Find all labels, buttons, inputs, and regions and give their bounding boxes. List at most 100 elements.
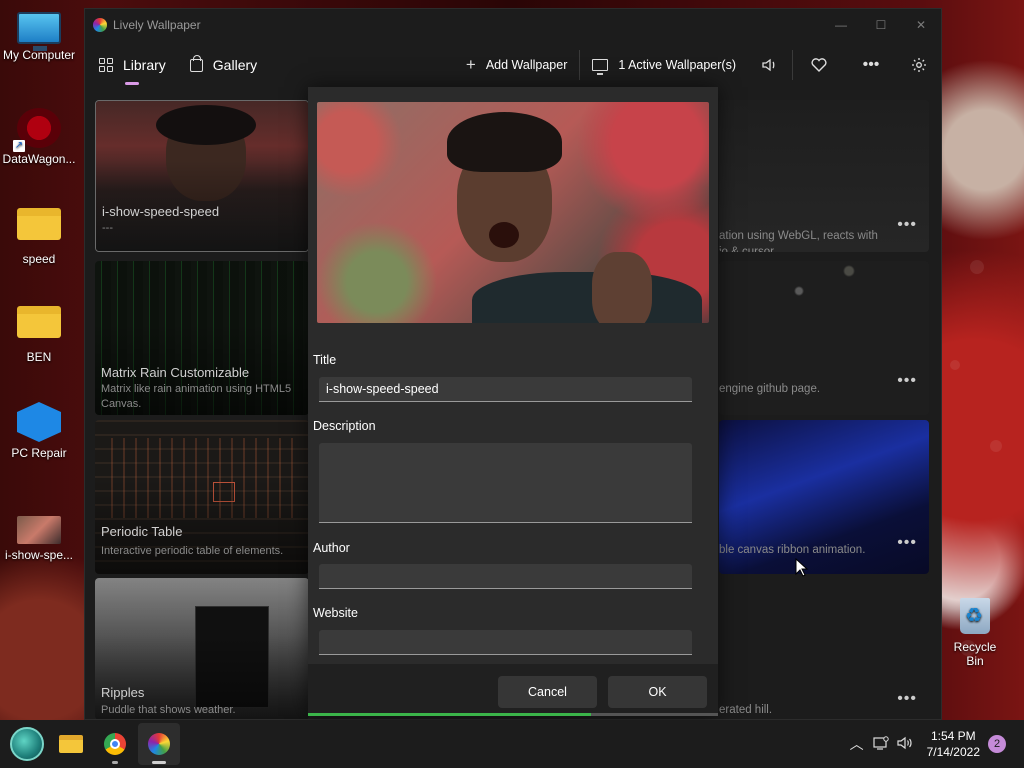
tab-gallery[interactable]: Gallery: [189, 54, 257, 73]
monitor-icon: [17, 12, 61, 51]
website-input[interactable]: [319, 630, 692, 655]
wallpaper-card-i-show-speed[interactable]: i-show-speed-speed ---: [95, 100, 309, 252]
card-description: ---: [102, 222, 113, 234]
tab-library[interactable]: Library: [99, 57, 166, 85]
window-title: Lively Wallpaper: [113, 18, 201, 32]
card-title: Ripples: [101, 685, 145, 700]
card-description: engine github page.: [719, 383, 821, 395]
heart-icon: [811, 58, 827, 72]
shopping-bag-icon: [189, 54, 203, 72]
desktop-icon-datawagon[interactable]: ↗ DataWagon...: [0, 108, 78, 166]
network-icon[interactable]: [869, 735, 893, 753]
add-wallpaper-label: Add Wallpaper: [485, 58, 568, 72]
file-explorer-icon: [59, 735, 83, 753]
start-icon: [10, 727, 44, 761]
card-more-button[interactable]: •••: [897, 216, 917, 234]
ellipsis-icon: •••: [862, 56, 880, 73]
desktop-icon-speed-folder[interactable]: speed: [0, 208, 78, 266]
library-grid-icon: [99, 58, 113, 72]
active-wallpapers-label: 1 Active Wallpaper(s): [618, 58, 736, 72]
dialog-footer: Cancel OK: [308, 664, 718, 716]
card-title: Matrix Rain Customizable: [101, 365, 250, 380]
notification-badge[interactable]: 2: [988, 735, 1006, 753]
gear-icon: [912, 58, 926, 72]
clock[interactable]: 1:54 PM 7/14/2022: [927, 728, 980, 760]
wallpaper-preview-image: [317, 102, 709, 323]
start-button[interactable]: [6, 723, 48, 765]
wallpaper-card-periodic-table[interactable]: Periodic Table Interactive periodic tabl…: [95, 420, 309, 574]
desktop-icon-label: PC Repair: [11, 446, 67, 460]
desktop-icon-pc-repair[interactable]: PC Repair: [0, 402, 78, 460]
card-description: Interactive periodic table of elements.: [101, 545, 284, 557]
speaker-icon: [762, 58, 775, 72]
image-thumbnail-icon: [17, 516, 61, 544]
card-description: erated hill.: [719, 704, 773, 716]
system-tray: ︿ 1:54 PM 7/14/2022 2: [845, 720, 1024, 768]
folder-icon: [17, 306, 61, 338]
running-indicator: [112, 761, 118, 764]
clock-date: 7/14/2022: [926, 745, 980, 759]
title-bar[interactable]: Lively Wallpaper — ☐ ✕: [85, 9, 941, 41]
card-description: ation using WebGL, reacts with io & curs…: [719, 230, 878, 252]
volume-button[interactable]: [748, 41, 792, 89]
clock-time: 1:54 PM: [930, 729, 976, 743]
wallpaper-card-right-2[interactable]: engine github page. •••: [719, 261, 929, 415]
more-options-button[interactable]: •••: [845, 41, 897, 89]
wallpaper-info-dialog: Title Description Author Website Cancel …: [308, 87, 718, 716]
datawagon-icon: ↗: [13, 108, 61, 152]
desktop-icon-label: Recycle Bin: [953, 640, 997, 668]
volume-icon[interactable]: [893, 736, 917, 753]
settings-button[interactable]: [897, 41, 941, 89]
desktop-icon-my-computer[interactable]: My Computer: [0, 12, 78, 62]
wallpaper-card-ripples[interactable]: Ripples Puddle that shows weather.: [95, 578, 309, 719]
taskbar-lively-wallpaper[interactable]: [138, 723, 180, 765]
active-wallpapers-button[interactable]: 1 Active Wallpaper(s): [580, 41, 748, 89]
add-wallpaper-button[interactable]: + Add Wallpaper: [454, 41, 579, 89]
repair-icon: [17, 402, 61, 442]
navigation-bar: Library Gallery + Add Wallpaper 1 Active…: [85, 41, 941, 89]
title-label: Title: [313, 353, 337, 367]
wallpaper-card-right-3[interactable]: ble canvas ribbon animation. •••: [719, 420, 929, 574]
desktop-icon-recycle-bin[interactable]: Recycle Bin: [944, 598, 1006, 668]
cancel-button[interactable]: Cancel: [498, 676, 597, 708]
ok-button[interactable]: OK: [608, 676, 707, 708]
taskbar: ︿ 1:54 PM 7/14/2022 2: [0, 720, 1024, 768]
running-indicator: [152, 761, 166, 764]
desktop-icon-label: BEN: [26, 350, 52, 364]
taskbar-chrome[interactable]: [94, 723, 136, 765]
progress-bar: [308, 713, 718, 716]
taskbar-file-explorer[interactable]: [50, 723, 92, 765]
plus-icon: +: [465, 55, 476, 74]
tab-label: Library: [123, 57, 166, 73]
folder-icon: [17, 208, 61, 240]
minimize-button[interactable]: —: [821, 9, 861, 41]
favorite-button[interactable]: [793, 41, 845, 89]
wallpaper-card-right-4[interactable]: erated hill. •••: [719, 578, 929, 719]
card-title: i-show-speed-speed: [102, 204, 220, 219]
website-label: Website: [313, 606, 358, 620]
lively-wallpaper-icon: [148, 733, 170, 755]
description-label: Description: [313, 419, 376, 433]
monitor-icon: [592, 59, 609, 75]
author-input[interactable]: [319, 564, 692, 589]
maximize-button[interactable]: ☐: [861, 9, 901, 41]
wallpaper-card-matrix-rain[interactable]: Matrix Rain Customizable Matrix like rai…: [95, 261, 309, 415]
desktop-icon-ben-folder[interactable]: BEN: [0, 306, 78, 364]
desktop-icon-label: speed: [22, 252, 56, 266]
title-input[interactable]: [319, 377, 692, 402]
card-more-button[interactable]: •••: [897, 372, 917, 390]
card-more-button[interactable]: •••: [897, 534, 917, 552]
close-button[interactable]: ✕: [901, 9, 941, 41]
description-textarea[interactable]: [319, 443, 692, 523]
lively-logo-icon: [93, 18, 107, 32]
desktop-icon-label: DataWagon...: [2, 152, 76, 166]
progress-fill: [308, 713, 591, 716]
chevron-up-icon[interactable]: ︿: [845, 734, 869, 754]
author-label: Author: [313, 541, 350, 555]
card-more-button[interactable]: •••: [897, 690, 917, 708]
wallpaper-card-right-1[interactable]: ation using WebGL, reacts with io & curs…: [719, 100, 929, 252]
desktop-icon-i-show-speed[interactable]: i-show-spe...: [0, 516, 78, 562]
desktop-icon-label: i-show-spe...: [4, 548, 74, 562]
card-description: Puddle that shows weather.: [101, 704, 236, 716]
chrome-icon: [104, 733, 126, 755]
